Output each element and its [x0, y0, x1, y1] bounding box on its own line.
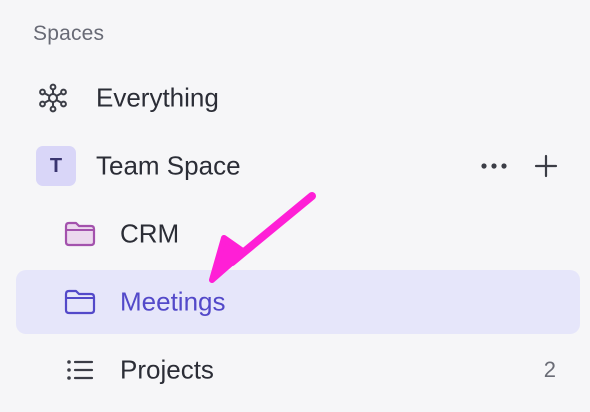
- folder-icon: [64, 221, 96, 247]
- sidebar-item-everything[interactable]: Everything: [16, 66, 580, 130]
- sidebar-item-label: Meetings: [120, 286, 226, 317]
- sidebar-item-label: Everything: [96, 82, 219, 113]
- add-icon[interactable]: [534, 154, 558, 178]
- sidebar-item-meetings[interactable]: Meetings: [16, 270, 580, 334]
- spaces-section-title: Spaces: [33, 22, 105, 45]
- sidebar-item-label: Projects: [120, 354, 214, 385]
- hub-icon: [38, 83, 68, 113]
- item-count-badge: 2: [543, 357, 556, 382]
- spaces-sidebar: Spaces Everything T Team Space CRM Meeti…: [0, 0, 590, 412]
- sidebar-item-label: CRM: [120, 218, 180, 249]
- space-actions: [480, 154, 558, 178]
- folder-icon: [64, 289, 96, 315]
- space-avatar: T: [36, 146, 76, 186]
- list-icon: [66, 359, 94, 381]
- sidebar-item-projects[interactable]: Projects 2: [16, 338, 580, 402]
- sidebar-item-label: Team Space: [96, 150, 241, 181]
- sidebar-item-team-space[interactable]: T Team Space: [16, 134, 580, 198]
- more-options-icon[interactable]: [480, 162, 508, 170]
- sidebar-item-crm[interactable]: CRM: [16, 202, 580, 266]
